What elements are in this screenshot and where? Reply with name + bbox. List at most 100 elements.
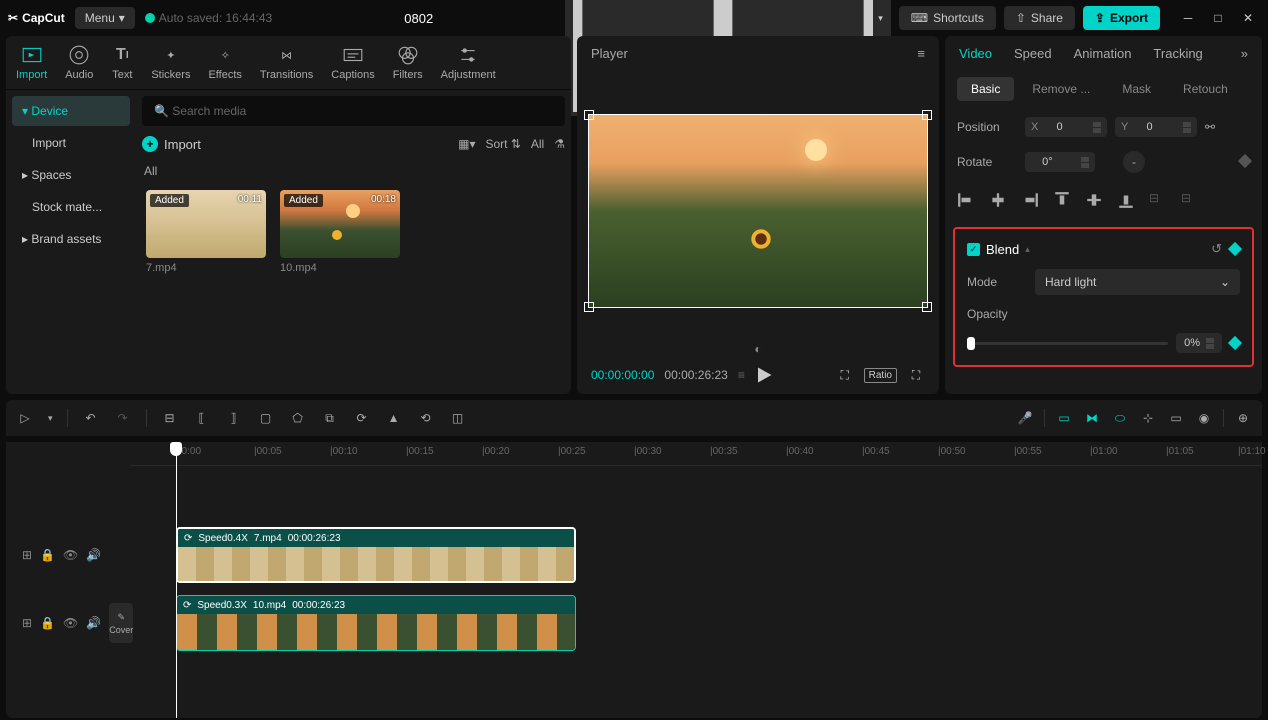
video-frame[interactable] <box>588 114 928 308</box>
import-media-button[interactable]: +Import <box>142 136 201 152</box>
align-top-icon[interactable] <box>1053 191 1071 209</box>
position-x-input[interactable]: X0 <box>1025 117 1107 137</box>
cover-button[interactable]: ✎Cover <box>109 603 133 643</box>
track-add-icon[interactable]: ⊞ <box>22 616 32 630</box>
distribute-v-icon[interactable]: ⊟ <box>1181 191 1199 209</box>
filter-all-button[interactable]: All <box>531 137 544 151</box>
prop-tab-video[interactable]: Video <box>959 46 992 61</box>
tab-filters[interactable]: Filters <box>393 44 423 81</box>
subtab-basic[interactable]: Basic <box>957 77 1014 101</box>
resize-handle[interactable] <box>922 110 932 120</box>
subtab-retouch[interactable]: Retouch <box>1169 77 1242 101</box>
rotate-input[interactable]: 0° <box>1025 152 1095 172</box>
opacity-input[interactable]: 0% <box>1176 333 1222 353</box>
media-thumbnail[interactable]: Added 00:18 <box>280 190 400 258</box>
blend-mode-select[interactable]: Hard light ⌄ <box>1035 269 1240 295</box>
timeline-scale-icon[interactable]: ≡ <box>738 368 745 382</box>
snap-button[interactable]: ⬭ <box>1111 409 1129 427</box>
distribute-h-icon[interactable]: ⊟ <box>1149 191 1167 209</box>
align-bottom-icon[interactable] <box>1117 191 1135 209</box>
split-tool[interactable]: ⊟ <box>161 409 179 427</box>
trim-left-tool[interactable]: ⟦ <box>193 409 211 427</box>
slider-thumb[interactable] <box>967 337 975 350</box>
resize-handle[interactable] <box>922 302 932 312</box>
sidebar-item-brand[interactable]: ▸ Brand assets <box>12 224 130 254</box>
track-add-icon[interactable]: ⊞ <box>22 548 32 562</box>
shield-tool[interactable]: ⬠ <box>289 409 307 427</box>
sidebar-item-device[interactable]: ▾ Device <box>12 96 130 126</box>
track-mute-icon[interactable]: 🔊 <box>86 616 101 630</box>
subtab-mask[interactable]: Mask <box>1108 77 1165 101</box>
search-input[interactable]: 🔍 Search media <box>142 96 565 126</box>
frame-button[interactable]: ⛶ <box>836 366 854 384</box>
fullscreen-button[interactable]: ⛶ <box>907 366 925 384</box>
prop-tab-speed[interactable]: Speed <box>1014 46 1052 61</box>
align-left-icon[interactable] <box>957 191 975 209</box>
close-button[interactable]: ✕ <box>1236 6 1260 30</box>
minimize-button[interactable]: ─ <box>1176 6 1200 30</box>
tab-text[interactable]: TIText <box>111 44 133 81</box>
track-button[interactable]: ⊹ <box>1139 409 1157 427</box>
ratio-button[interactable]: Ratio <box>864 368 897 383</box>
chevron-down-icon[interactable]: ▾ <box>48 413 53 424</box>
prop-tab-animation[interactable]: Animation <box>1074 46 1132 61</box>
delete-tool[interactable]: ▢ <box>257 409 275 427</box>
magnet-button[interactable]: ▭ <box>1055 409 1073 427</box>
project-title[interactable]: 0802 <box>282 11 555 26</box>
keyframe-icon[interactable] <box>1228 242 1242 256</box>
marker-button[interactable]: ◉ <box>1195 409 1213 427</box>
timeline-ruler[interactable]: 00:00 |00:05 |00:10 |00:15 |00:20 |00:25… <box>130 442 1262 466</box>
align-right-icon[interactable] <box>1021 191 1039 209</box>
tab-transitions[interactable]: ⋈Transitions <box>260 44 313 81</box>
trim-right-tool[interactable]: ⟧ <box>225 409 243 427</box>
link-button[interactable]: ⧓ <box>1083 409 1101 427</box>
chevron-up-icon[interactable]: ▴ <box>1025 244 1030 255</box>
reverse-tool[interactable]: ⟳ <box>353 409 371 427</box>
track-lock-icon[interactable]: 🔒 <box>40 616 55 630</box>
track-mute-icon[interactable]: 🔊 <box>86 548 101 562</box>
timeline-clip[interactable]: ⟳Speed0.4X7.mp400:00:26:23 <box>176 527 576 583</box>
rotate-tool[interactable]: ⟲ <box>417 409 435 427</box>
mirror-tool[interactable]: ▲ <box>385 409 403 427</box>
media-thumbnail[interactable]: Added 00:11 <box>146 190 266 258</box>
shortcuts-button[interactable]: ⌨Shortcuts <box>899 6 996 30</box>
player-menu-icon[interactable]: ≡ <box>917 46 925 61</box>
tab-audio[interactable]: Audio <box>65 44 93 81</box>
media-item[interactable]: Added 00:11 7.mp4 <box>146 190 266 274</box>
opacity-slider[interactable] <box>967 342 1168 345</box>
redo-button[interactable]: ↷ <box>114 409 132 427</box>
preview-button[interactable]: ▭ <box>1167 409 1185 427</box>
rotate-dial[interactable]: - <box>1123 151 1145 173</box>
track-visible-icon[interactable]: 👁 <box>63 616 78 630</box>
more-icon[interactable]: » <box>1241 46 1248 61</box>
mic-button[interactable]: 🎤 <box>1016 409 1034 427</box>
position-y-input[interactable]: Y0 <box>1115 117 1197 137</box>
sidebar-item-import[interactable]: Import <box>12 128 130 158</box>
share-button[interactable]: ⇧Share <box>1004 6 1075 30</box>
tab-effects[interactable]: ✧Effects <box>208 44 241 81</box>
track-visible-icon[interactable]: 👁 <box>63 548 78 562</box>
tab-import[interactable]: Import <box>16 44 47 81</box>
sidebar-item-stock[interactable]: Stock mate... <box>12 192 130 222</box>
select-tool[interactable]: ▷ <box>16 409 34 427</box>
blend-checkbox[interactable]: ✓ <box>967 243 980 256</box>
color-picker-icon[interactable]: ◐ <box>577 342 939 356</box>
align-center-v-icon[interactable] <box>1085 191 1103 209</box>
play-button[interactable] <box>755 366 773 384</box>
align-center-h-icon[interactable] <box>989 191 1007 209</box>
sidebar-item-spaces[interactable]: ▸ Spaces <box>12 160 130 190</box>
resize-handle[interactable] <box>584 110 594 120</box>
subtab-remove[interactable]: Remove ... <box>1018 77 1104 101</box>
playhead[interactable] <box>176 442 177 718</box>
keyframe-icon[interactable] <box>1228 336 1242 350</box>
reset-icon[interactable]: ↺ <box>1211 241 1222 257</box>
keyframe-icon[interactable] <box>1238 154 1252 168</box>
tab-adjustment[interactable]: Adjustment <box>441 44 496 81</box>
export-button[interactable]: ⇪Export <box>1083 6 1160 30</box>
resize-handle[interactable] <box>584 302 594 312</box>
tab-stickers[interactable]: ✦Stickers <box>151 44 190 81</box>
prop-tab-tracking[interactable]: Tracking <box>1153 46 1202 61</box>
zoom-fit-button[interactable]: ⊕ <box>1234 409 1252 427</box>
menu-button[interactable]: Menu ▾ <box>75 7 135 29</box>
timeline-clip[interactable]: ⟳Speed0.3X10.mp400:00:26:23 <box>176 595 576 651</box>
